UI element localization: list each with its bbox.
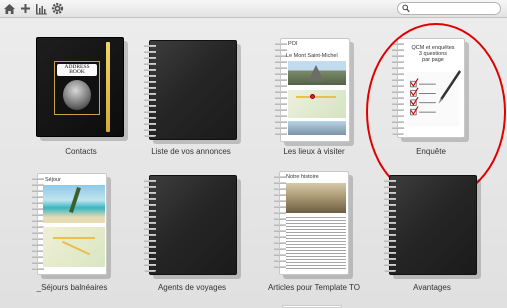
search-input[interactable] <box>412 3 498 14</box>
notebook-label: Avantages <box>413 283 451 292</box>
notebook-label: _Séjours balnéaires <box>36 283 108 292</box>
address-book-label: Address Book <box>64 64 90 76</box>
plus-icon[interactable] <box>19 2 32 15</box>
page-title: Séjour <box>45 177 61 183</box>
notebook-lieux-visiter[interactable]: POI Le Mont Saint-Michel <box>275 38 354 146</box>
notebook-avantages[interactable] <box>384 175 481 279</box>
notebook-label: Les lieux à visiter <box>283 147 345 156</box>
gear-icon[interactable] <box>51 2 64 15</box>
notebook-grid: Address Book Contacts Liste de vos annon… <box>0 18 507 308</box>
page-title: POI <box>288 41 298 47</box>
notebook-label: Agents de voyages <box>157 283 227 292</box>
search-icon <box>402 4 410 13</box>
notebook-contacts[interactable]: Address Book <box>36 37 128 141</box>
chart-icon[interactable] <box>35 2 48 15</box>
notebook-articles-template[interactable]: Notre histoire <box>274 171 353 279</box>
photo-beach <box>43 185 105 223</box>
photo-mont-saint-michel <box>288 61 346 85</box>
notebook-agents-voyages[interactable] <box>144 175 241 279</box>
map-thumbnail <box>288 90 346 118</box>
notebook-liste-annonces[interactable] <box>144 40 241 144</box>
notebook-sejours-balneaires[interactable]: Séjour <box>32 173 111 279</box>
top-toolbar <box>0 0 507 18</box>
photo-thumbnail <box>288 121 346 135</box>
page-subtitle: Le Mont Saint-Michel <box>286 53 338 59</box>
photo-resort <box>286 183 346 213</box>
home-icon[interactable] <box>3 2 16 15</box>
article-text <box>286 217 346 269</box>
page-title: Notre histoire <box>286 174 319 180</box>
notebook-label: Liste de vos annonces <box>151 147 231 156</box>
address-book-frame: Address Book <box>54 61 100 115</box>
map-thumbnail <box>43 227 105 267</box>
notebook-label: Articles pour Template TO <box>267 283 361 292</box>
search-box <box>397 2 501 15</box>
